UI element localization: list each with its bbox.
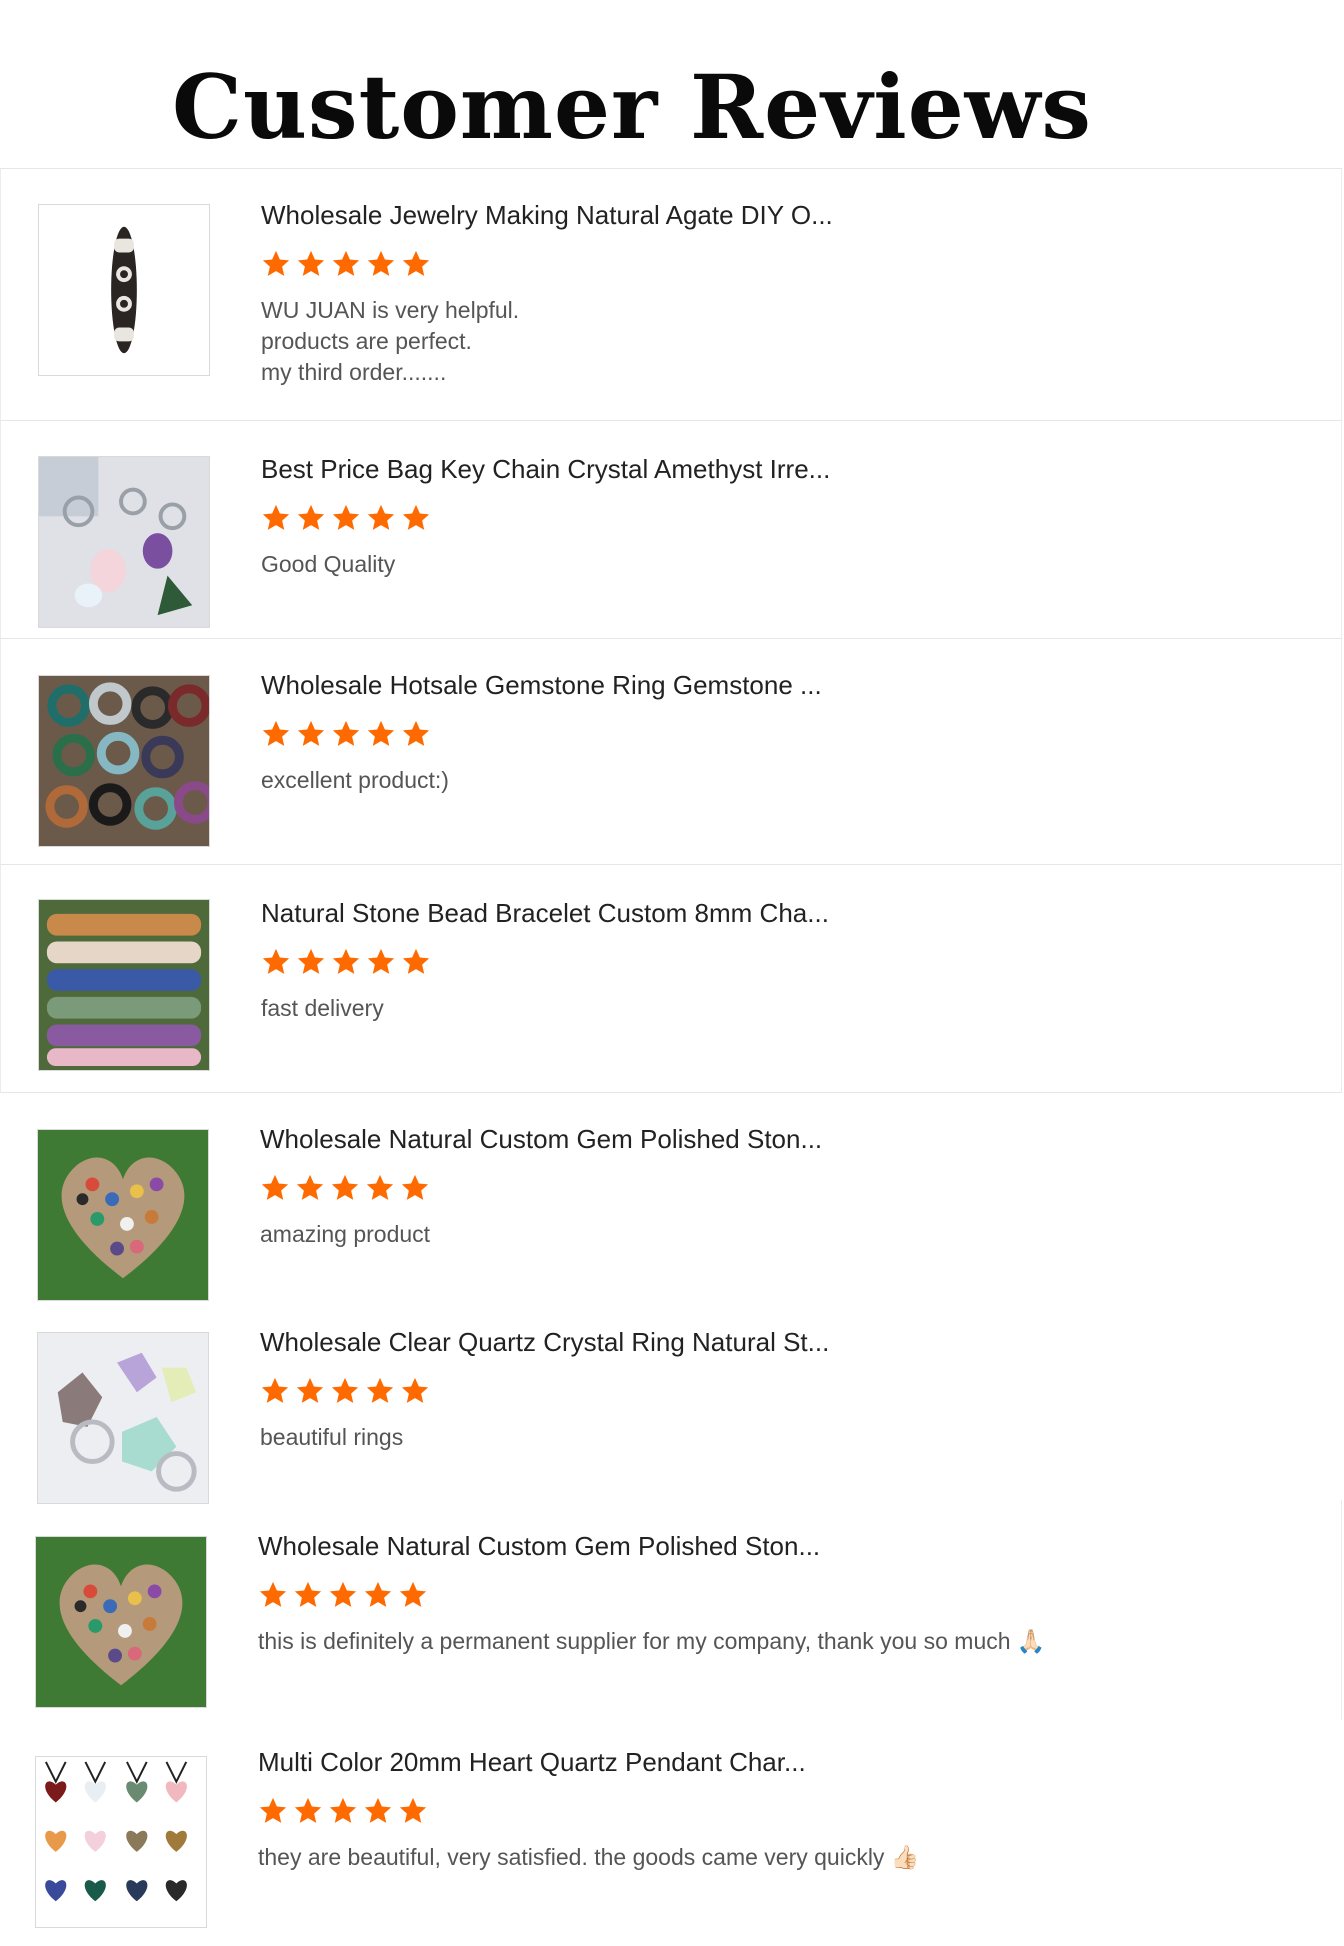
star-icon (297, 948, 325, 974)
star-icon (296, 1377, 324, 1403)
star-rating (261, 947, 829, 979)
review-text: excellent product:) (261, 767, 449, 793)
star-icon (262, 948, 290, 974)
star-icon (259, 1581, 287, 1607)
product-title[interactable]: Wholesale Clear Quartz Crystal Ring Natu… (260, 1326, 829, 1358)
star-icon (367, 250, 395, 276)
star-icon (294, 1797, 322, 1823)
star-icon (401, 1377, 429, 1403)
star-icon (364, 1797, 392, 1823)
star-icon (262, 250, 290, 276)
star-icon (331, 1174, 359, 1200)
review-text: amazing product (260, 1221, 431, 1247)
review-card[interactable]: Multi Color 20mm Heart Quartz Pendant Ch… (0, 1720, 1342, 1946)
star-rating (260, 1376, 829, 1408)
product-title[interactable]: Wholesale Hotsale Gemstone Ring Gemstone… (261, 669, 822, 701)
star-icon (366, 1174, 394, 1200)
review-text: this is definitely a permanent supplier … (258, 1628, 1046, 1654)
heart-stones-image[interactable] (37, 1129, 209, 1301)
gemstone-rings-image[interactable] (38, 675, 210, 847)
star-rating (261, 249, 833, 281)
star-icon (329, 1581, 357, 1607)
product-title[interactable]: Multi Color 20mm Heart Quartz Pendant Ch… (258, 1746, 919, 1778)
product-title[interactable]: Wholesale Natural Custom Gem Polished St… (260, 1123, 822, 1155)
star-icon (331, 1377, 359, 1403)
star-rating (260, 1173, 822, 1205)
star-icon (261, 1174, 289, 1200)
star-icon (402, 504, 430, 530)
star-icon (332, 720, 360, 746)
star-icon (297, 504, 325, 530)
review-card[interactable]: Natural Stone Bead Bracelet Custom 8mm C… (0, 864, 1342, 1092)
star-icon (332, 948, 360, 974)
review-text: WU JUAN is very helpful. products are pe… (261, 297, 520, 385)
review-card[interactable]: Wholesale Hotsale Gemstone Ring Gemstone… (0, 638, 1342, 864)
star-icon (364, 1581, 392, 1607)
star-icon (367, 720, 395, 746)
product-title[interactable]: Wholesale Natural Custom Gem Polished St… (258, 1530, 1046, 1562)
star-icon (402, 250, 430, 276)
review-text: they are beautiful, very satisfied. the … (258, 1844, 920, 1870)
star-rating (261, 719, 822, 751)
star-icon (401, 1174, 429, 1200)
star-icon (332, 250, 360, 276)
star-icon (262, 504, 290, 530)
star-icon (367, 504, 395, 530)
review-text: fast delivery (261, 995, 384, 1021)
review-card[interactable]: Wholesale Jewelry Making Natural Agate D… (0, 168, 1342, 420)
star-icon (259, 1797, 287, 1823)
star-icon (402, 948, 430, 974)
review-card[interactable]: Best Price Bag Key Chain Crystal Amethys… (0, 420, 1342, 638)
dzi-bead-image[interactable] (38, 204, 210, 376)
review-card[interactable]: Wholesale Clear Quartz Crystal Ring Natu… (0, 1296, 1342, 1504)
star-icon (402, 720, 430, 746)
star-icon (399, 1797, 427, 1823)
star-rating (258, 1796, 919, 1828)
star-icon (261, 1377, 289, 1403)
review-text: beautiful rings (260, 1424, 404, 1450)
star-icon (262, 720, 290, 746)
star-icon (329, 1797, 357, 1823)
star-icon (297, 720, 325, 746)
star-icon (366, 1377, 394, 1403)
star-rating (261, 503, 830, 535)
quartz-rings-image[interactable] (37, 1332, 209, 1504)
heart-stones-image[interactable] (35, 1536, 207, 1708)
star-icon (399, 1581, 427, 1607)
product-title[interactable]: Best Price Bag Key Chain Crystal Amethys… (261, 453, 830, 485)
crystal-keychain-image[interactable] (38, 456, 210, 628)
star-icon (332, 504, 360, 530)
bead-bracelets-image[interactable] (38, 899, 210, 1071)
star-icon (367, 948, 395, 974)
review-card[interactable]: Wholesale Natural Custom Gem Polished St… (0, 1500, 1342, 1720)
review-text: Good Quality (261, 551, 396, 577)
product-title[interactable]: Wholesale Jewelry Making Natural Agate D… (261, 199, 833, 231)
review-card[interactable]: Wholesale Natural Custom Gem Polished St… (0, 1092, 1342, 1301)
star-rating (258, 1580, 1046, 1612)
star-icon (294, 1581, 322, 1607)
page-title: Customer Reviews (172, 55, 1092, 159)
product-title[interactable]: Natural Stone Bead Bracelet Custom 8mm C… (261, 897, 829, 929)
star-icon (297, 250, 325, 276)
heart-pendants-image[interactable] (35, 1756, 207, 1928)
star-icon (296, 1174, 324, 1200)
